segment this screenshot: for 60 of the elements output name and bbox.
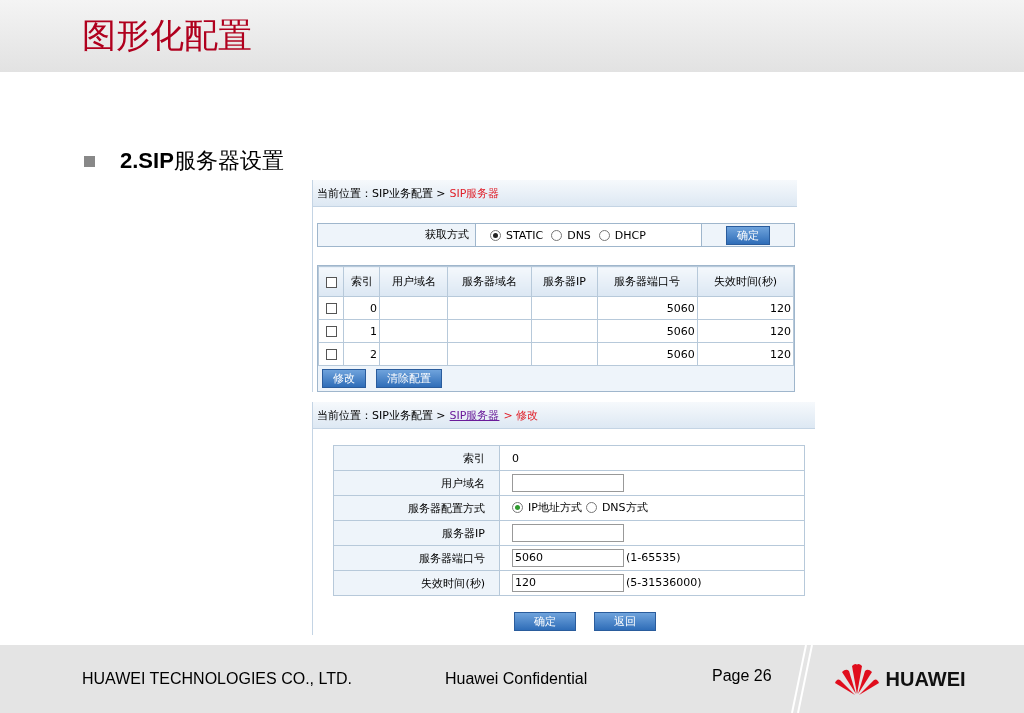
radio-icon[interactable] [490,229,501,241]
table-cell: 5060 [666,324,695,338]
logo-wordmark: HUAWEI [885,667,966,691]
action-button[interactable]: 清除配置 [376,369,442,388]
column-header: 索引 [343,266,380,297]
field-label: 用户域名 [441,476,485,490]
slide-title: 图形化配置 [82,14,252,57]
radio-icon[interactable] [598,229,610,241]
checkbox[interactable] [325,349,337,360]
breadcrumb-text: 当前位置：SIP业务配置 > [317,185,446,201]
table-cell: 120 [770,324,791,338]
company-name: HUAWEI TECHNOLOGIES CO., LTD. [82,670,353,688]
radio-option[interactable]: DHCP [598,228,646,242]
field-label: 服务器配置方式 [408,501,485,515]
action-button[interactable]: 确定 [514,612,576,631]
page-number: Page 26 [712,667,772,685]
table-cell: 5060 [666,347,695,361]
table-cell: 120 [770,301,791,315]
field-value: 0 [512,451,519,465]
bullet-text: 2.SIP服务器设置 [120,147,284,175]
table-cell: 120 [770,347,791,361]
column-header: 服务器端口号 [597,266,698,297]
breadcrumb-current: > 修改 [503,407,539,423]
breadcrumb-text: 当前位置：SIP业务配置 > [317,407,446,423]
breadcrumb-link[interactable]: SIP服务器 [449,407,500,423]
input-field[interactable] [512,474,624,492]
input-field[interactable] [512,524,624,542]
table-cell: 1 [370,324,378,338]
input-field[interactable]: 5060 [512,549,624,567]
radio-option[interactable]: STATIC [490,228,544,242]
radio-option[interactable]: IP地址方式 [512,500,582,515]
bullet-icon [84,155,95,167]
action-button[interactable]: 返回 [594,612,656,631]
range-hint: (5-31536000) [626,576,702,589]
column-header: 用户域名 [379,266,448,297]
table-cell: 5060 [666,301,695,315]
checkbox[interactable] [325,326,337,337]
field-label: 服务器端口号 [419,551,485,565]
radio-icon[interactable] [512,502,523,513]
field-label: 服务器IP [442,526,485,540]
action-button[interactable]: 修改 [322,369,366,388]
flower-logo-icon [833,662,880,696]
confidential-label: Huawei Confidential [445,670,589,688]
radio-icon[interactable] [585,502,597,513]
radio-option[interactable]: DNS方式 [585,500,648,515]
radio-option[interactable]: DNS [551,228,591,242]
table-cell: 2 [370,347,378,361]
checkbox[interactable] [325,303,337,314]
column-header: 失效时间(秒) [697,266,794,297]
column-header: 服务器IP [531,266,598,297]
table-cell: 0 [370,301,378,315]
column-header: 服务器域名 [447,266,532,297]
confirm-button[interactable]: 确定 [726,225,770,245]
field-label: 失效时间(秒) [421,576,485,590]
range-hint: (1-65535) [626,551,681,564]
checkbox[interactable] [325,276,337,288]
input-field[interactable]: 120 [512,574,624,592]
radio-icon[interactable] [551,229,563,241]
breadcrumb-current: SIP服务器 [449,185,500,201]
field-label: 索引 [463,451,485,465]
